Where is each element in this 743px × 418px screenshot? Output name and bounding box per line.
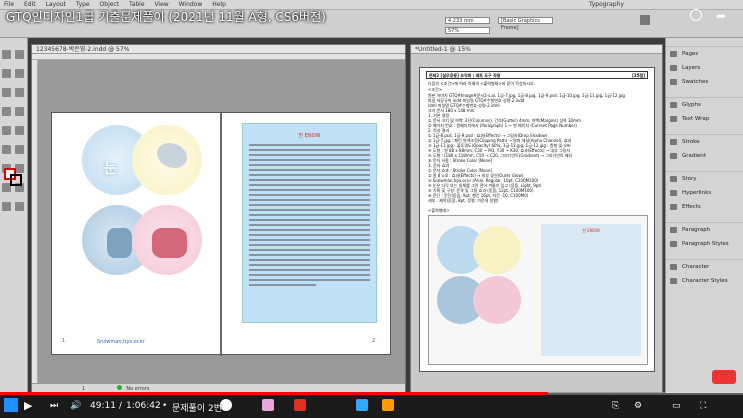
exam-header-right: [35점]: [632, 73, 645, 78]
panel-character-styles[interactable]: Character Styles: [666, 274, 743, 288]
page-number-left: 1: [62, 338, 66, 344]
time-current: 49:11: [90, 401, 116, 411]
scissors-tool-icon[interactable]: [2, 145, 11, 154]
output-title: 한 ENOW: [582, 228, 600, 233]
exam-conditions: 원본 이미지 GTQ#Image#문서2-s.ai, 1급-7.jpg, 1급-…: [428, 93, 648, 203]
hyperlinks-icon: [670, 190, 677, 196]
text-wrap-icon: [670, 116, 677, 122]
zoom-level[interactable]: 57%: [445, 27, 490, 34]
page-spread[interactable]: 눈 1 한 ENOW 2: [51, 112, 392, 356]
channel-badge-icon[interactable]: [712, 370, 736, 384]
theater-icon[interactable]: ▭: [672, 401, 681, 411]
selection-tool-icon[interactable]: [2, 50, 11, 59]
page-tool-icon[interactable]: [2, 69, 11, 78]
exam-sheet-page[interactable]: 문제2 [실무응용] 조각화 / 레트 도구 작용 [35점] 다음의 <조건>…: [419, 67, 655, 372]
gap-tool-icon[interactable]: [15, 69, 24, 78]
panel-effects[interactable]: Effects: [666, 200, 743, 214]
panel-text-wrap[interactable]: Text Wrap: [666, 112, 743, 126]
snow-logo-image: 눈: [104, 161, 117, 177]
panel-stroke[interactable]: Stroke: [666, 135, 743, 149]
hand-tool-icon[interactable]: [2, 202, 11, 211]
character-icon: [670, 264, 677, 270]
url-text: Snowman.hpv.or.kr: [97, 339, 145, 345]
gradient-feather-tool-icon[interactable]: [15, 164, 24, 173]
output-preview: 한 ENOW: [428, 215, 648, 365]
gradient-icon: [670, 153, 677, 159]
left-page[interactable]: 눈 1: [52, 113, 220, 356]
character-styles-icon: [670, 278, 677, 284]
panel-layers[interactable]: Layers: [666, 61, 743, 75]
exam-header-left: 문제2 [실무응용] 조각화 / 레트 도구 작용: [429, 73, 501, 78]
swatches-icon: [670, 79, 677, 85]
vertical-ruler: [32, 60, 38, 383]
type-tool-icon[interactable]: [2, 88, 11, 97]
doc2-tab[interactable]: *Untitled-1 @ 15%: [411, 45, 662, 54]
text-frame-title: 한 ENOW: [298, 133, 321, 139]
panel-hyperlinks[interactable]: Hyperlinks: [666, 186, 743, 200]
panel-pages[interactable]: Pages: [666, 47, 743, 61]
share-icon[interactable]: ➦: [716, 9, 726, 23]
line-tool-icon[interactable]: [15, 88, 24, 97]
glyphs-icon: [670, 102, 677, 108]
time-total: 1:06:42: [126, 401, 161, 411]
effects-icon: [670, 204, 677, 210]
panel-swatches[interactable]: Swatches: [666, 75, 743, 89]
body-text-frame[interactable]: 한 ENOW: [242, 123, 377, 323]
panel-paragraph-styles[interactable]: Paragraph Styles: [666, 237, 743, 251]
chapter-title[interactable]: 문제풀이 2번: [172, 401, 222, 414]
rectangle-tool-icon[interactable]: [15, 126, 24, 135]
direct-selection-tool-icon[interactable]: [15, 50, 24, 59]
output-text-frame: 한 ENOW: [541, 224, 641, 356]
next-icon[interactable]: ⏭: [50, 401, 58, 411]
stroke-icon: [670, 139, 677, 145]
tools-panel: [0, 38, 28, 393]
panel-dock: Pages Layers Swatches Glyphs Text Wrap S…: [665, 38, 743, 393]
settings-icon[interactable]: ⚙: [634, 401, 642, 411]
exam-note: 다음의 <조건>에 따라 아래의 <출력형태>와 같이 작성하시오.: [428, 81, 535, 86]
doc1-tab[interactable]: 12345678-박은영-2.indd @ 57%: [32, 45, 405, 54]
page-number-right: 2: [372, 338, 376, 344]
pencil-tool-icon[interactable]: [15, 107, 24, 116]
zoom-tool-icon[interactable]: [15, 202, 24, 211]
panel-gradient[interactable]: Gradient: [666, 149, 743, 163]
pages-icon: [670, 51, 677, 57]
play-icon[interactable]: ▶: [24, 399, 32, 412]
transform-tool-icon[interactable]: [15, 145, 24, 154]
video-title: GTQ인디자인1급 기출문제풀이 (2021년 11월 A형, CS6버전): [6, 10, 326, 24]
volume-icon[interactable]: 🔊: [70, 401, 81, 411]
zoom-field[interactable]: 4.233 mm: [445, 17, 490, 24]
body-text-lines: [243, 144, 376, 286]
snowman-image: [107, 228, 132, 258]
exam-cond-label: <조건>: [428, 87, 443, 92]
workspace-switcher[interactable]: Typography: [585, 0, 628, 9]
panel-story[interactable]: Story: [666, 172, 743, 186]
skating-image: [152, 228, 187, 258]
panel-paragraph[interactable]: Paragraph: [666, 223, 743, 237]
watch-later-icon[interactable]: [690, 9, 702, 21]
fullscreen-icon[interactable]: ⛶: [700, 401, 706, 411]
document-window-main: 12345678-박은영-2.indd @ 57% 눈 1 한 ENOW 2 S…: [31, 44, 406, 393]
exam-line: 세부 : 제목(돋움, 8pt, 정렬: 가운데 정렬): [428, 198, 499, 203]
frame-style-select[interactable]: [Basic Graphics Frame]: [498, 17, 553, 31]
rectangle-frame-tool-icon[interactable]: [2, 126, 11, 135]
video-player-controls: ▶ ⏭ 🔊 49:11 / 1:06:42 • 문제풀이 2번 ⎘ ⚙ ▭ ⛶: [24, 399, 707, 414]
pen-tool-icon[interactable]: [2, 107, 11, 116]
panel-character[interactable]: Character: [666, 260, 743, 274]
stroke-swatch[interactable]: [10, 174, 22, 186]
right-page[interactable]: 한 ENOW 2: [222, 113, 392, 356]
paragraph-styles-icon: [670, 241, 677, 247]
panel-glyphs[interactable]: Glyphs: [666, 98, 743, 112]
layers-icon: [670, 65, 677, 71]
horizontal-ruler: [32, 54, 405, 60]
panel-icon[interactable]: [640, 15, 650, 25]
document-window-reference: *Untitled-1 @ 15% 문제2 [실무응용] 조각화 / 레트 도구…: [410, 44, 663, 393]
story-icon: [670, 176, 677, 182]
exam-output-label: <출력형태>: [428, 208, 450, 213]
exam-header: 문제2 [실무응용] 조각화 / 레트 도구 작용 [35점]: [426, 71, 648, 79]
preflight-ok-icon: [116, 385, 122, 390]
paragraph-icon: [670, 227, 677, 233]
subtitles-icon[interactable]: ⎘: [612, 401, 619, 411]
